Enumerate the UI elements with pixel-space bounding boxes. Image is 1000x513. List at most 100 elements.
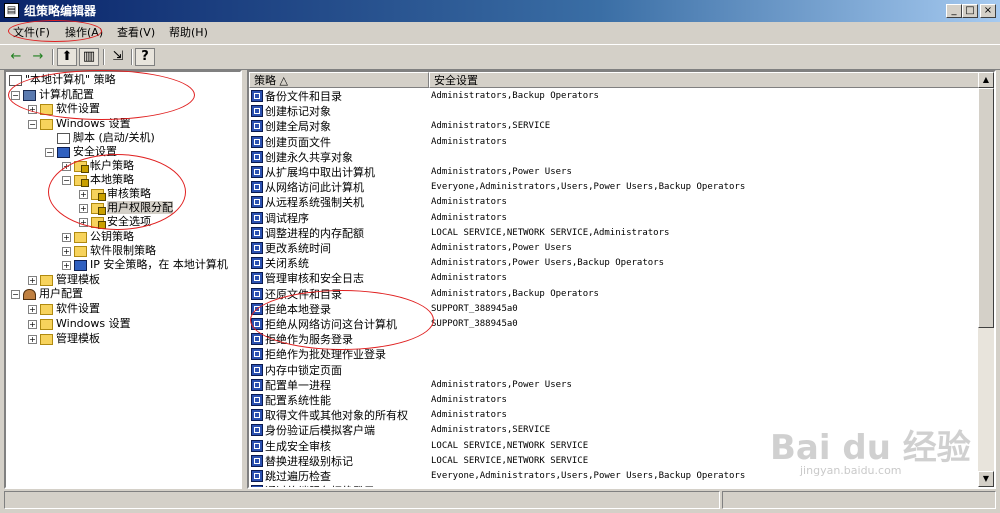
collapse-icon[interactable]: − xyxy=(11,90,20,100)
table-row[interactable]: 备份文件和目录 Administrators,Backup Operators xyxy=(249,89,989,104)
table-row[interactable]: 创建永久共享对象 xyxy=(249,150,989,165)
expand-icon[interactable]: + xyxy=(28,104,37,114)
scroll-down-button[interactable]: ▼ xyxy=(978,471,994,487)
policy-item-icon xyxy=(251,242,263,254)
security-setting-value: Administrators xyxy=(431,395,507,405)
table-row[interactable]: 创建标记对象 xyxy=(249,104,989,119)
tree-cc-admin-templates[interactable]: + 管理模板 xyxy=(28,273,100,287)
collapse-icon[interactable]: − xyxy=(45,147,54,157)
policy-item-icon xyxy=(251,333,263,346)
table-row[interactable]: 创建全局对象 Administrators,SERVICE xyxy=(249,119,989,134)
expand-icon[interactable]: + xyxy=(28,275,37,285)
expand-icon[interactable]: + xyxy=(79,189,88,199)
security-setting-value: LOCAL SERVICE,NETWORK SERVICE,Administra… xyxy=(431,227,670,238)
tree-computer-config[interactable]: − 计算机配置 xyxy=(11,88,94,102)
column-header-policy[interactable]: 策略 △ xyxy=(249,72,429,88)
tree-security-options[interactable]: + 安全选项 xyxy=(79,215,151,229)
tree-public-key[interactable]: + 公钥策略 xyxy=(62,230,134,244)
help-icon[interactable]: ? xyxy=(135,48,155,66)
security-setting-value: Administrators,Power Users,Backup Operat… xyxy=(431,258,664,269)
table-row[interactable]: 调试程序 Administrators xyxy=(249,211,989,226)
menu-action[interactable]: 操作(A) xyxy=(62,26,106,40)
table-row[interactable]: 拒绝本地登录 SUPPORT_388945a0 xyxy=(249,302,989,317)
tree-ip-security[interactable]: + IP 安全策略，在 本地计算机 xyxy=(62,258,228,272)
expand-icon[interactable]: + xyxy=(62,260,71,270)
policy-name: 拒绝作为服务登录 xyxy=(265,333,353,347)
security-setting-value: Administrators,SERVICE xyxy=(431,121,551,132)
export-list-icon[interactable]: ⇲ xyxy=(108,48,128,66)
tree-local-policies[interactable]: − 本地策略 xyxy=(62,173,134,187)
tree-audit-policy[interactable]: + 审核策略 xyxy=(79,187,151,201)
collapse-icon[interactable]: − xyxy=(11,289,20,299)
collapse-icon[interactable]: − xyxy=(28,119,37,129)
expand-icon[interactable]: + xyxy=(62,232,71,242)
back-icon[interactable]: ← xyxy=(6,48,26,66)
policy-name: 还原文件和目录 xyxy=(265,287,342,301)
tree-software-restriction[interactable]: + 软件限制策略 xyxy=(62,244,156,258)
tree-cc-windows[interactable]: − Windows 设置 xyxy=(28,117,131,131)
menu-file[interactable]: 文件(F) xyxy=(10,26,53,40)
policy-name: 取得文件或其他对象的所有权 xyxy=(265,409,408,423)
toolbar-separator xyxy=(131,49,133,65)
tree-cc-software[interactable]: + 软件设置 xyxy=(28,102,100,116)
up-folder-icon[interactable]: ⬆ xyxy=(57,48,77,66)
title-bar: ▤ 组策略编辑器 _ □ × xyxy=(0,0,1000,22)
scroll-up-button[interactable]: ▲ xyxy=(978,72,994,88)
tree-user-rights[interactable]: + 用户权限分配 xyxy=(79,201,173,215)
policy-name: 创建标记对象 xyxy=(265,105,331,119)
expand-icon[interactable]: + xyxy=(62,161,71,171)
table-row[interactable]: 更改系统时间 Administrators,Power Users xyxy=(249,241,989,256)
expand-icon[interactable]: + xyxy=(28,334,37,344)
table-row[interactable]: 拒绝从网络访问这台计算机 SUPPORT_388945a0 xyxy=(249,317,989,332)
policy-name: 拒绝作为批处理作业登录 xyxy=(265,348,386,362)
scroll-thumb[interactable] xyxy=(978,88,994,328)
forward-icon[interactable]: → xyxy=(28,48,48,66)
maximize-button[interactable]: □ xyxy=(962,4,978,18)
table-row[interactable]: 关闭系统 Administrators,Power Users,Backup Op… xyxy=(249,256,989,271)
expand-icon[interactable]: + xyxy=(62,246,71,256)
policy-name: 拒绝本地登录 xyxy=(265,302,331,316)
table-row[interactable]: 生成安全审核 LOCAL SERVICE,NETWORK SERVICE xyxy=(249,439,989,454)
tree-user-config[interactable]: − 用户配置 xyxy=(11,287,83,301)
tree-root[interactable]: "本地计算机" 策略 xyxy=(9,73,116,87)
expand-icon[interactable]: + xyxy=(28,319,37,329)
close-button[interactable]: × xyxy=(980,4,996,18)
table-row[interactable]: 还原文件和目录 Administrators,Backup Operators xyxy=(249,287,989,302)
tree-uc-admin-templates[interactable]: + 管理模板 xyxy=(28,332,100,346)
table-row[interactable]: 取得文件或其他对象的所有权 Administrators xyxy=(249,408,989,423)
table-row[interactable]: 内存中锁定页面 xyxy=(249,363,989,378)
toolbar-separator xyxy=(52,49,54,65)
table-row[interactable]: 配置单一进程 Administrators,Power Users xyxy=(249,378,989,393)
table-row[interactable]: 通过终端服务拒绝登录 xyxy=(249,484,989,487)
collapse-icon[interactable]: − xyxy=(62,175,71,185)
policy-item-icon xyxy=(251,378,263,391)
table-row[interactable]: 管理审核和安全日志 Administrators xyxy=(249,271,989,286)
expand-icon[interactable]: + xyxy=(28,304,37,314)
security-setting-value: Administrators,Backup Operators xyxy=(431,91,599,101)
tree-uc-software[interactable]: + 软件设置 xyxy=(28,302,100,316)
column-header-setting[interactable]: 安全设置 xyxy=(429,72,982,88)
table-row[interactable]: 调整进程的内存配额 LOCAL SERVICE,NETWORK SERVICE,A… xyxy=(249,226,989,241)
table-row[interactable]: 拒绝作为服务登录 xyxy=(249,332,989,347)
expand-icon[interactable]: + xyxy=(79,203,88,213)
table-row[interactable]: 从远程系统强制关机 Administrators xyxy=(249,195,989,210)
menu-help[interactable]: 帮助(H) xyxy=(166,26,211,40)
table-row[interactable]: 拒绝作为批处理作业登录 xyxy=(249,347,989,362)
table-row[interactable]: 从扩展坞中取出计算机 Administrators,Power Users xyxy=(249,165,989,180)
policy-list-pane[interactable]: 策略 △ 安全设置 备份文件和目录 Administrators,Backup O… xyxy=(247,70,996,489)
policy-icon xyxy=(9,74,22,86)
table-row[interactable]: 创建页面文件 Administrators xyxy=(249,135,989,150)
minimize-button[interactable]: _ xyxy=(946,4,962,18)
tree-scripts[interactable]: 脚本 (启动/关机) xyxy=(57,131,155,145)
show-tree-icon[interactable]: ▥ xyxy=(79,48,99,66)
vertical-scrollbar[interactable]: ▲ ▼ xyxy=(978,72,994,487)
tree-account-policies[interactable]: + 帐户策略 xyxy=(62,159,134,173)
table-row[interactable]: 从网络访问此计算机 Everyone,Administrators,Users,P… xyxy=(249,180,989,195)
expand-icon[interactable]: + xyxy=(79,217,88,227)
tree-security[interactable]: − 安全设置 xyxy=(45,145,117,159)
table-row[interactable]: 配置系统性能 Administrators xyxy=(249,393,989,408)
table-row[interactable]: 身份验证后模拟客户端 Administrators,SERVICE xyxy=(249,423,989,438)
tree-pane[interactable]: "本地计算机" 策略 − 计算机配置 + 软件设置 − Windows 设置 脚本 (… xyxy=(4,70,242,489)
menu-view[interactable]: 查看(V) xyxy=(114,26,158,40)
tree-uc-windows[interactable]: + Windows 设置 xyxy=(28,317,131,331)
